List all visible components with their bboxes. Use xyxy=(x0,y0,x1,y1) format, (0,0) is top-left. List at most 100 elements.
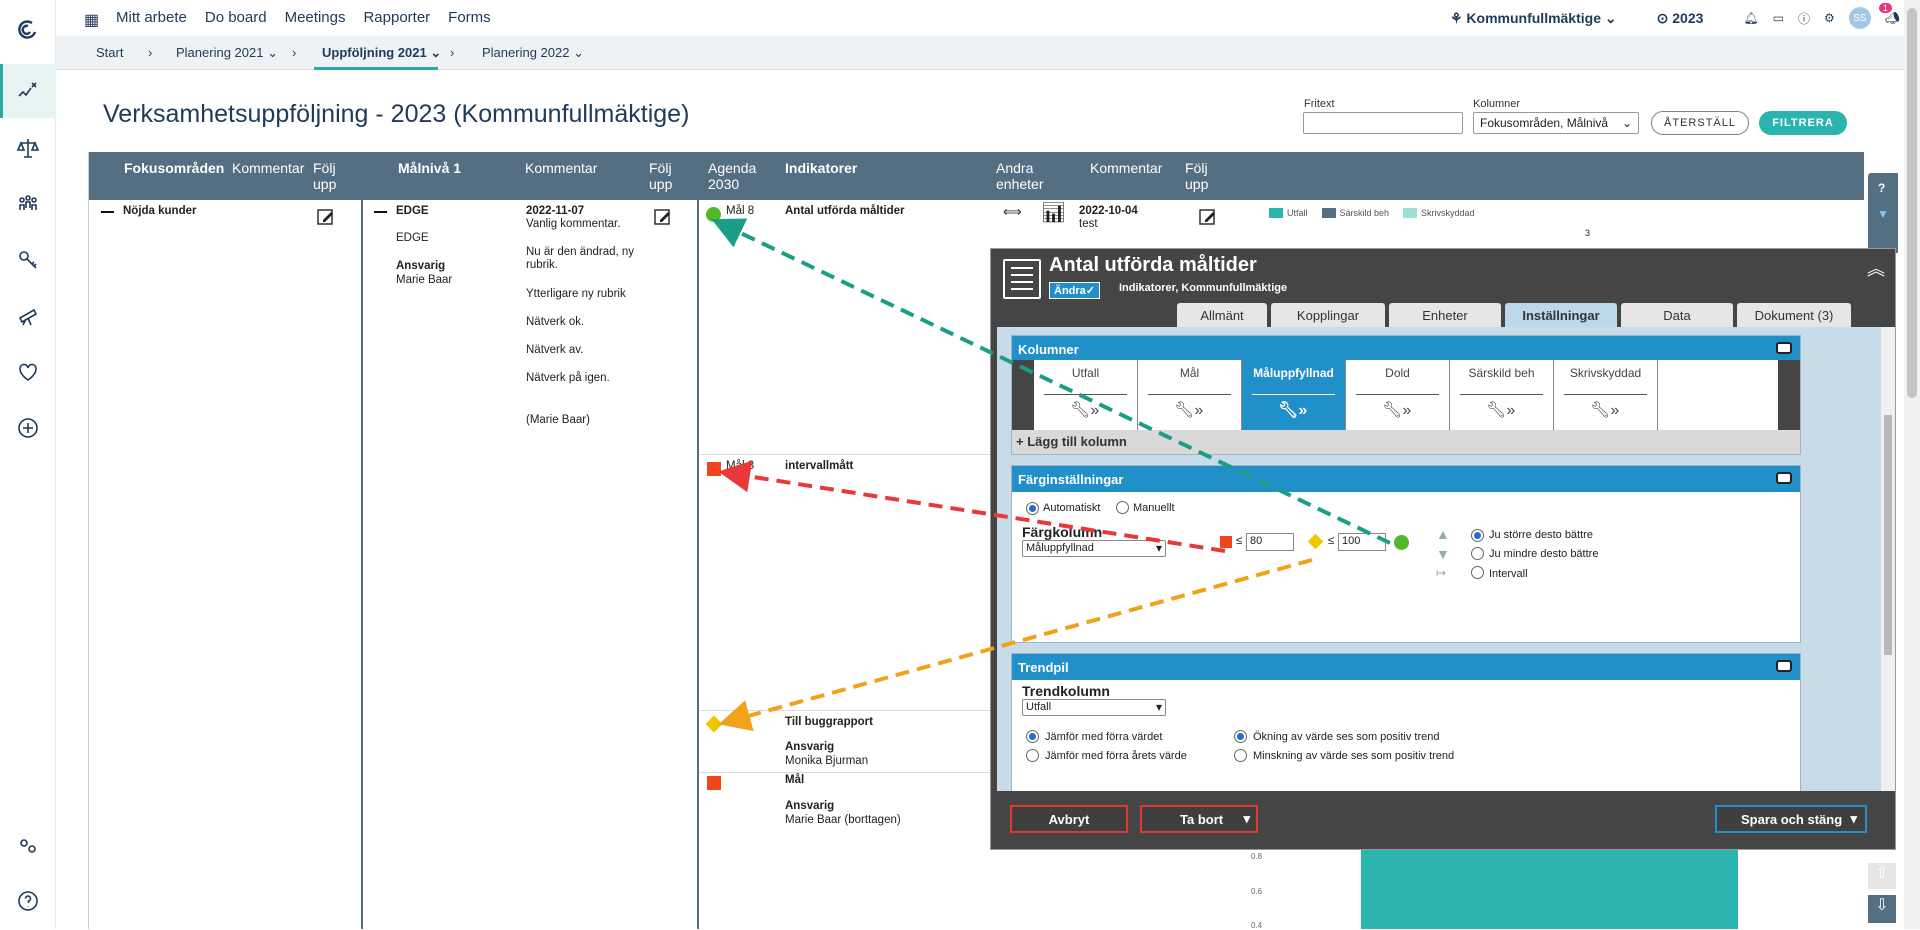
column-mal[interactable]: Mål 🔧︎» xyxy=(1138,360,1242,430)
kolumner-select[interactable]: Fokusområden, Målnivå ⌄ xyxy=(1473,112,1639,134)
wrench-icon[interactable]: 🔧︎» xyxy=(1590,400,1619,420)
collapse-panel-icon[interactable] xyxy=(1776,342,1792,354)
radio-automatiskt[interactable] xyxy=(1026,502,1039,515)
add-icon[interactable] xyxy=(12,412,44,444)
edit-note-icon[interactable] xyxy=(317,208,335,226)
wrench-icon[interactable]: 🔧︎» xyxy=(1486,400,1515,420)
wrench-icon[interactable]: 🔧︎» xyxy=(1278,400,1307,420)
collapse-panel-icon[interactable] xyxy=(1776,472,1792,484)
collapse-panel-icon[interactable] xyxy=(1776,660,1792,672)
dialog-scrollbar[interactable] xyxy=(1881,327,1895,791)
heart-icon[interactable] xyxy=(12,356,44,388)
crumb-planering-2022[interactable]: Planering 2022 ⌄ xyxy=(482,45,584,61)
page-title: Verksamhetsuppföljning - 2023 (Kommunful… xyxy=(103,100,690,128)
logo-icon[interactable] xyxy=(12,14,44,46)
radio-manuellt[interactable] xyxy=(1116,501,1129,514)
tab-enheter[interactable]: Enheter xyxy=(1389,303,1501,327)
radio-minskning-positiv[interactable] xyxy=(1234,749,1247,762)
cancel-button[interactable]: Avbryt xyxy=(1010,805,1128,833)
scroll-up-button[interactable]: ⇧ xyxy=(1868,863,1896,889)
edit-note-icon[interactable] xyxy=(1199,208,1217,226)
trendkolumn-select[interactable]: Utfall xyxy=(1022,699,1166,716)
crumb-start[interactable]: Start xyxy=(96,45,123,60)
save-close-button[interactable]: Spara och stäng ▾ xyxy=(1715,805,1867,833)
header-folj-1b: upp xyxy=(313,176,337,192)
filter-button[interactable]: FILTRERA xyxy=(1759,111,1847,135)
column-utfall[interactable]: Utfall 🔧︎» xyxy=(1034,360,1138,430)
caret-down-icon[interactable]: ▾ xyxy=(1243,811,1250,827)
help-icon[interactable] xyxy=(12,885,44,917)
threshold-input-2[interactable]: 100 xyxy=(1338,533,1386,551)
tab-allmant[interactable]: Allmänt xyxy=(1177,303,1267,327)
fritext-input[interactable] xyxy=(1303,112,1463,134)
dialog-footer: Avbryt Ta bort ▾ Spara och stäng ▾ xyxy=(991,791,1895,849)
reset-button[interactable]: ÅTERSTÄLL xyxy=(1651,111,1749,135)
delete-button[interactable]: Ta bort ▾ xyxy=(1140,805,1258,833)
tab-installningar[interactable]: Inställningar xyxy=(1505,303,1617,327)
column-sarskild-beh[interactable]: Särskild beh 🔧︎» xyxy=(1450,360,1554,430)
collapse-icon[interactable] xyxy=(374,211,387,213)
scroll-down-button[interactable]: ⇩ xyxy=(1868,895,1896,923)
wrench-icon[interactable]: 🔧︎» xyxy=(1070,400,1099,420)
avatar[interactable]: SS xyxy=(1848,7,1871,29)
indicator-name[interactable]: intervallmått xyxy=(785,460,853,472)
wrench-icon[interactable]: 🔧︎» xyxy=(1174,400,1203,420)
column-dold[interactable]: Dold 🔧︎» xyxy=(1346,360,1450,430)
wrench-icon[interactable]: 🔧︎» xyxy=(1382,400,1411,420)
people-icon[interactable] xyxy=(12,188,44,220)
org-selector[interactable]: ⚘ Kommunfullmäktige ⌄ xyxy=(1450,10,1617,27)
crumb-planering-2021[interactable]: Planering 2021 ⌄ xyxy=(176,45,278,61)
radio-storre-battre[interactable] xyxy=(1471,529,1484,542)
gear-icon[interactable]: ⚙ xyxy=(1824,11,1835,25)
balance-icon[interactable] xyxy=(12,132,44,164)
caret-down-icon[interactable]: ▾ xyxy=(1850,811,1857,827)
strategy-icon[interactable] xyxy=(12,74,44,106)
indicator-name[interactable]: Till buggrapport xyxy=(785,716,873,728)
telescope-icon[interactable] xyxy=(12,300,44,332)
edit-badge[interactable]: Ändra✓ xyxy=(1049,282,1100,299)
indicator-name[interactable]: Mål xyxy=(785,774,804,786)
settings-icon[interactable] xyxy=(12,830,44,862)
radio-intervall[interactable] xyxy=(1471,566,1484,579)
storre-battre-label: Ju större desto bättre xyxy=(1489,529,1593,541)
tab-dokument[interactable]: Dokument (3) xyxy=(1737,303,1851,327)
fargkolumn-select[interactable]: Måluppfyllnad xyxy=(1022,540,1166,557)
tab-kopplingar[interactable]: Kopplingar xyxy=(1271,303,1385,327)
megaphone-icon[interactable]: 📣︎ 1 xyxy=(1878,3,1900,25)
info-icon[interactable]: ⓘ xyxy=(1798,10,1810,27)
radio-forra-vardet[interactable] xyxy=(1026,730,1039,743)
link-icon[interactable]: ⟺ xyxy=(1003,204,1022,220)
threshold-green-dot xyxy=(1394,535,1409,550)
threshold-input-1[interactable]: 80 xyxy=(1246,533,1294,551)
column-skrivskyddad[interactable]: Skrivskyddad 🔧︎» xyxy=(1554,360,1658,430)
nav-mitt-arbete[interactable]: Mitt arbete xyxy=(116,9,187,26)
nav-do-board[interactable]: Do board xyxy=(205,9,267,26)
help-icon[interactable]: ? xyxy=(1878,181,1885,195)
collapse-up-icon[interactable]: ︽ xyxy=(1867,255,1885,281)
radio-okning-positiv[interactable] xyxy=(1234,730,1247,743)
nav-forms[interactable]: Forms xyxy=(448,9,491,26)
minskning-positiv-label: Minskning av värde ses som positiv trend xyxy=(1253,750,1455,762)
column-maluppfyllnad[interactable]: Måluppfyllnad 🔧︎» xyxy=(1242,360,1346,430)
nav-meetings[interactable]: Meetings xyxy=(285,9,346,26)
crumb-uppfoljning-2021[interactable]: Uppföljning 2021 ⌄ xyxy=(322,45,441,61)
page-scrollbar[interactable] xyxy=(1904,0,1920,929)
edit-note-icon[interactable] xyxy=(654,208,672,226)
grid-icon[interactable]: ▦ xyxy=(84,10,99,30)
indicator-name[interactable]: Antal utförda måltider xyxy=(785,205,904,217)
radio-mindre-battre[interactable] xyxy=(1471,547,1484,560)
bell-icon[interactable]: 🔔︎ xyxy=(1743,11,1758,25)
filter-icon[interactable]: ▼ xyxy=(1877,207,1889,221)
chart-icon[interactable]: 📊︎ xyxy=(1041,200,1066,225)
header-folj-2b: upp xyxy=(649,176,673,192)
delete-label: Ta bort xyxy=(1180,811,1224,827)
tab-data[interactable]: Data xyxy=(1621,303,1733,327)
year-selector[interactable]: ⊙ 2023 xyxy=(1657,10,1704,27)
add-column-button[interactable]: + Lägg till kolumn xyxy=(1016,434,1127,449)
archive-icon[interactable]: ▭ xyxy=(1773,11,1784,25)
key-icon[interactable] xyxy=(12,244,44,276)
radio-forra-aret[interactable] xyxy=(1026,749,1039,762)
collapse-icon[interactable] xyxy=(101,211,114,213)
chevron-down-icon: ⌄ xyxy=(1621,116,1632,130)
nav-rapporter[interactable]: Rapporter xyxy=(363,9,430,26)
